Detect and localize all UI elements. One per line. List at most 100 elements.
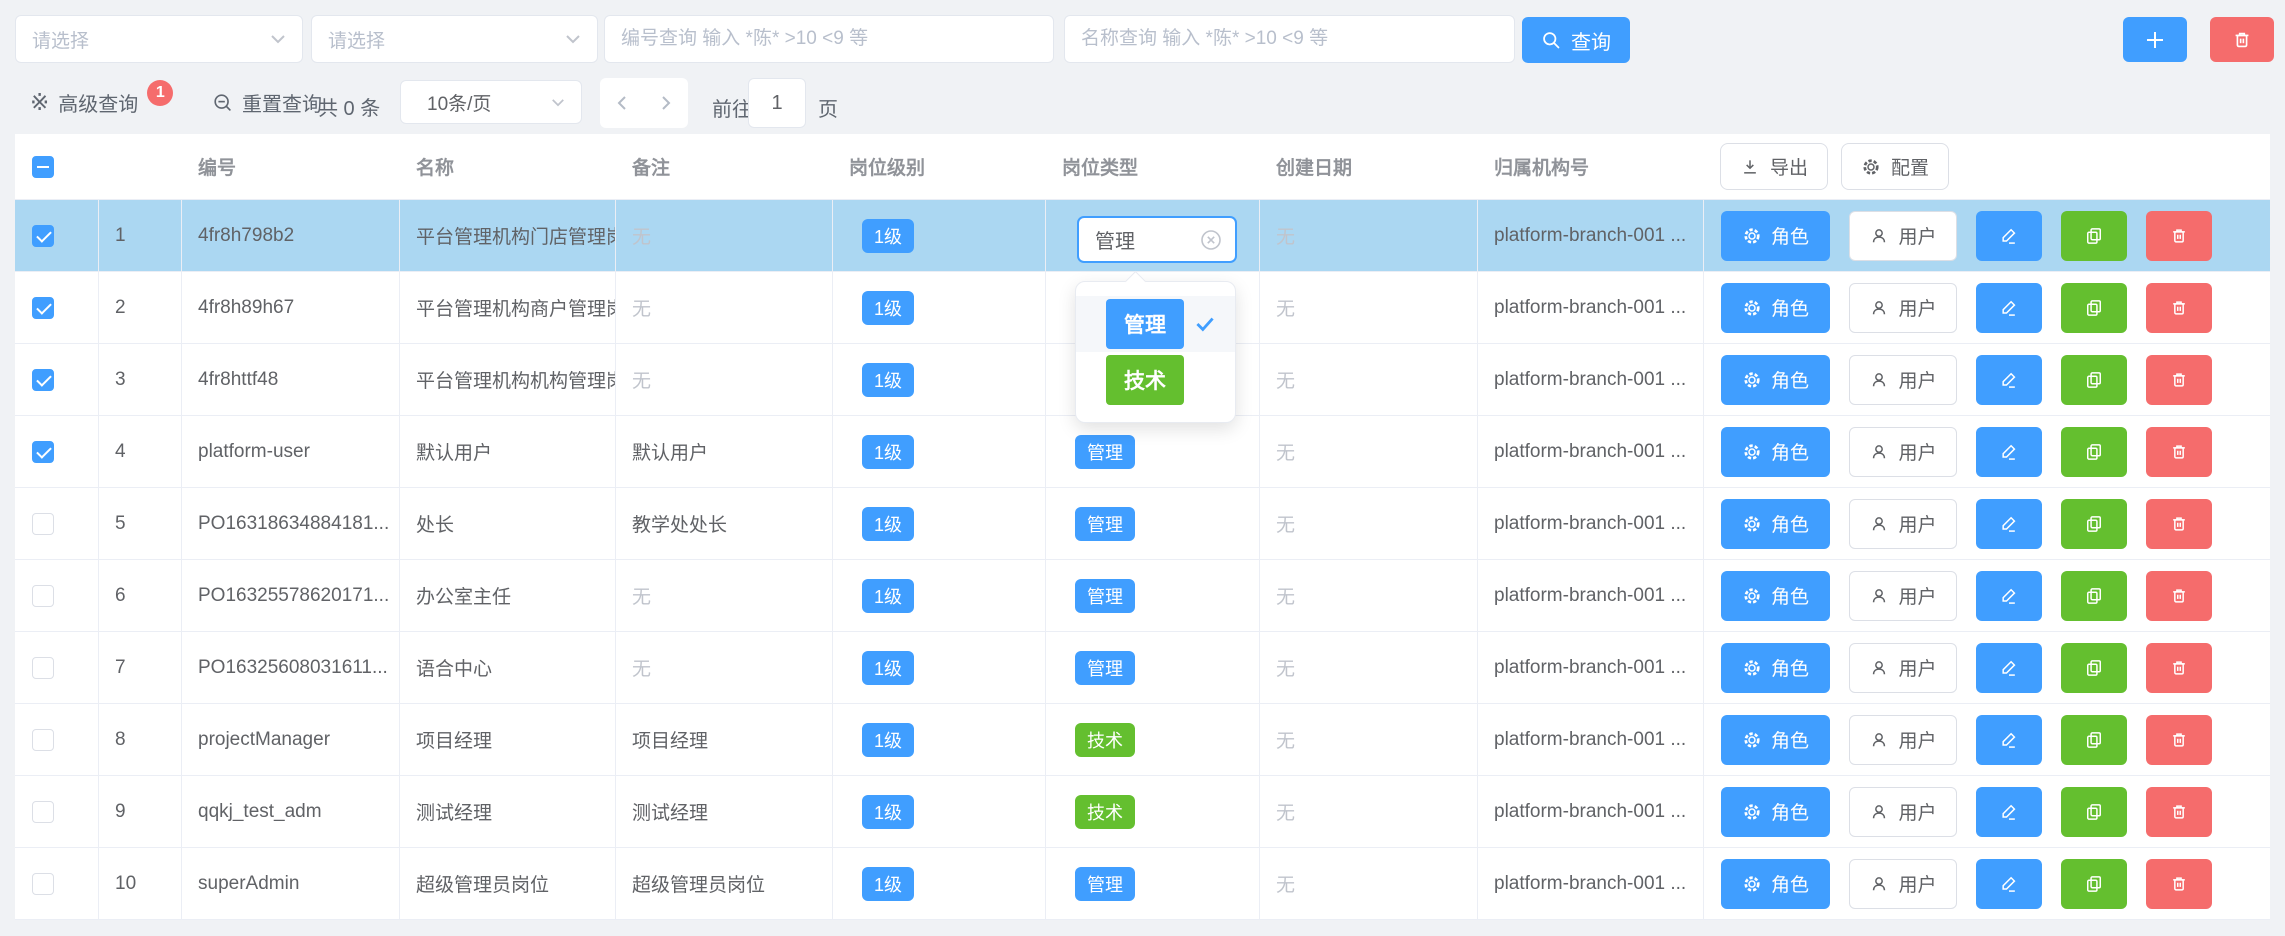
edit-button[interactable] [1976,211,2042,261]
delete-button[interactable] [2146,787,2212,837]
copy-button[interactable] [2061,499,2127,549]
type-tag[interactable]: 技术 [1075,723,1135,757]
role-button[interactable]: 角色 [1721,283,1830,333]
dropdown-option[interactable]: 管理 [1076,296,1235,352]
row-checkbox[interactable] [32,801,54,823]
role-button[interactable]: 角色 [1721,571,1830,621]
table-row[interactable]: 10 superAdmin 超级管理员岗位 超级管理员岗位 1级 管理 无 pl… [15,848,2270,920]
edit-button[interactable] [1976,859,2042,909]
edit-button[interactable] [1976,715,2042,765]
edit-button[interactable] [1976,571,2042,621]
row-checkbox[interactable] [32,729,54,751]
row-checkbox[interactable] [32,441,54,463]
goto-page-input[interactable] [748,78,806,128]
delete-button[interactable] [2146,355,2212,405]
reset-query-button[interactable]: 重置查询 [212,88,322,117]
edit-button[interactable] [1976,427,2042,477]
copy-button[interactable] [2061,355,2127,405]
select-all-checkbox[interactable] [32,156,54,178]
role-button[interactable]: 角色 [1721,787,1830,837]
copy-button[interactable] [2061,427,2127,477]
user-label: 用户 [1898,438,1936,465]
batch-delete-button[interactable] [2210,17,2274,62]
add-button[interactable] [2123,17,2187,62]
advanced-query-toggle[interactable]: ※ 高级查询 1 [30,88,173,117]
type-tag[interactable]: 技术 [1075,795,1135,829]
delete-button[interactable] [2146,715,2212,765]
role-button[interactable]: 角色 [1721,643,1830,693]
user-button[interactable]: 用户 [1849,571,1957,621]
copy-button[interactable] [2061,643,2127,693]
copy-button[interactable] [2061,571,2127,621]
row-checkbox[interactable] [32,297,54,319]
type-tag[interactable]: 管理 [1075,867,1135,901]
delete-button[interactable] [2146,643,2212,693]
export-button[interactable]: 导出 [1720,143,1828,190]
next-page-button[interactable] [644,78,688,128]
dropdown-option[interactable]: 技术 [1076,352,1235,408]
table-row[interactable]: 6 PO16325578620171... 办公室主任 无 1级 管理 无 pl… [15,560,2270,632]
edit-button[interactable] [1976,643,2042,693]
role-button[interactable]: 角色 [1721,211,1830,261]
delete-button[interactable] [2146,283,2212,333]
user-button[interactable]: 用户 [1849,787,1957,837]
row-checkbox[interactable] [32,369,54,391]
role-button[interactable]: 角色 [1721,355,1830,405]
edit-button[interactable] [1976,787,2042,837]
user-button[interactable]: 用户 [1849,427,1957,477]
user-button[interactable]: 用户 [1849,715,1957,765]
delete-button[interactable] [2146,859,2212,909]
prev-page-button[interactable] [600,78,644,128]
user-label: 用户 [1898,222,1936,249]
filter-select-2[interactable]: 请选择 [311,15,598,63]
row-index: 4 [99,416,182,487]
clear-icon[interactable] [1198,227,1224,253]
type-tag[interactable]: 管理 [1075,651,1135,685]
role-button[interactable]: 角色 [1721,427,1830,477]
table-row[interactable]: 5 PO16318634884181... 处长 教学处处长 1级 管理 无 p… [15,488,2270,560]
row-checkbox[interactable] [32,513,54,535]
role-button[interactable]: 角色 [1721,499,1830,549]
copy-button[interactable] [2061,211,2127,261]
delete-button[interactable] [2146,211,2212,261]
filter-select-1[interactable]: 请选择 [15,15,303,63]
code-search-input[interactable] [621,16,1037,62]
table-row[interactable]: 7 PO16325608031611... 语合中心 无 1级 管理 无 pla… [15,632,2270,704]
edit-button[interactable] [1976,355,2042,405]
user-button[interactable]: 用户 [1849,211,1957,261]
role-button[interactable]: 角色 [1721,859,1830,909]
query-button[interactable]: 查询 [1522,17,1630,63]
delete-button[interactable] [2146,499,2212,549]
copy-button[interactable] [2061,715,2127,765]
row-remark: 无 [616,200,833,271]
page-size-select[interactable]: 10条/页 [400,80,582,124]
copy-button[interactable] [2061,859,2127,909]
delete-button[interactable] [2146,571,2212,621]
edit-button[interactable] [1976,283,2042,333]
type-tag[interactable]: 管理 [1075,579,1135,613]
row-checkbox[interactable] [32,873,54,895]
table-row[interactable]: 8 projectManager 项目经理 项目经理 1级 技术 无 platf… [15,704,2270,776]
row-checkbox[interactable] [32,585,54,607]
pencil-icon [1999,514,2019,534]
row-checkbox[interactable] [32,225,54,247]
table-row[interactable]: 4 platform-user 默认用户 默认用户 1级 管理 无 platfo… [15,416,2270,488]
user-button[interactable]: 用户 [1849,643,1957,693]
user-button[interactable]: 用户 [1849,499,1957,549]
copy-button[interactable] [2061,283,2127,333]
edit-button[interactable] [1976,499,2042,549]
row-checkbox[interactable] [32,657,54,679]
name-search-input[interactable] [1081,16,1498,62]
role-button[interactable]: 角色 [1721,715,1830,765]
table-row[interactable]: 9 qqkj_test_adm 测试经理 测试经理 1级 技术 无 platfo… [15,776,2270,848]
level-tag: 1级 [862,795,914,829]
user-button[interactable]: 用户 [1849,355,1957,405]
delete-button[interactable] [2146,427,2212,477]
type-tag[interactable]: 管理 [1075,507,1135,541]
user-button[interactable]: 用户 [1849,859,1957,909]
user-button[interactable]: 用户 [1849,283,1957,333]
config-button[interactable]: 配置 [1841,143,1949,190]
type-select-editor[interactable]: 管理 [1077,216,1237,263]
copy-button[interactable] [2061,787,2127,837]
type-tag[interactable]: 管理 [1075,435,1135,469]
